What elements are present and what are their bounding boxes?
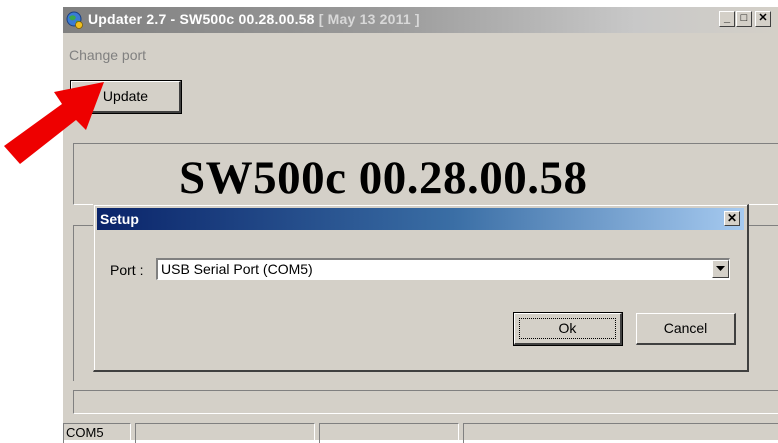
maximize-button[interactable]: □: [736, 11, 752, 27]
ok-button-label: Ok: [558, 320, 577, 336]
red-arrow-annotation-icon: [4, 82, 104, 164]
firmware-version-text: SW500c 00.28.00.58: [179, 152, 588, 204]
progress-bar: [73, 390, 778, 414]
menu-change-port[interactable]: Change port: [69, 47, 146, 63]
window-title-main: Updater 2.7 - SW500c 00.28.00.58: [88, 11, 315, 27]
port-select-dropdown-button[interactable]: [712, 260, 729, 278]
chevron-down-icon: [716, 266, 725, 271]
menu-change-port-label: Change port: [69, 47, 147, 63]
status-bar: COM5: [63, 421, 778, 443]
status-cell-4: [463, 423, 778, 443]
setup-dialog-titlebar[interactable]: Setup ✕: [97, 208, 744, 230]
minimize-button[interactable]: _: [719, 11, 735, 27]
status-port: COM5: [63, 423, 131, 443]
status-cell-3: [319, 423, 459, 443]
cancel-button-label: Cancel: [663, 320, 708, 336]
cancel-button[interactable]: Cancel: [636, 313, 736, 345]
setup-dialog: Setup ✕ Port : USB Serial Port (COM5) Ok…: [93, 204, 749, 372]
close-button[interactable]: ✕: [755, 11, 771, 27]
window-titlebar[interactable]: Updater 2.7 - SW500c 00.28.00.58 [ May 1…: [63, 7, 778, 33]
app-globe-icon: [66, 11, 83, 29]
ok-button[interactable]: Ok: [513, 312, 623, 346]
setup-dialog-title: Setup: [100, 211, 139, 227]
port-select-value: USB Serial Port (COM5): [161, 261, 313, 277]
port-label: Port :: [110, 262, 144, 278]
close-icon: ✕: [758, 12, 768, 24]
maximize-icon: □: [740, 12, 748, 24]
window-title-date: [ May 13 2011 ]: [318, 11, 420, 27]
minimize-icon: _: [723, 12, 731, 24]
close-icon: ✕: [726, 211, 738, 225]
update-button-label: Update: [102, 88, 149, 104]
window-title: Updater 2.7 - SW500c 00.28.00.58 [ May 1…: [88, 11, 420, 27]
port-select[interactable]: USB Serial Port (COM5): [156, 258, 730, 280]
setup-dialog-close-button[interactable]: ✕: [724, 211, 740, 226]
status-cell-2: [135, 423, 315, 443]
